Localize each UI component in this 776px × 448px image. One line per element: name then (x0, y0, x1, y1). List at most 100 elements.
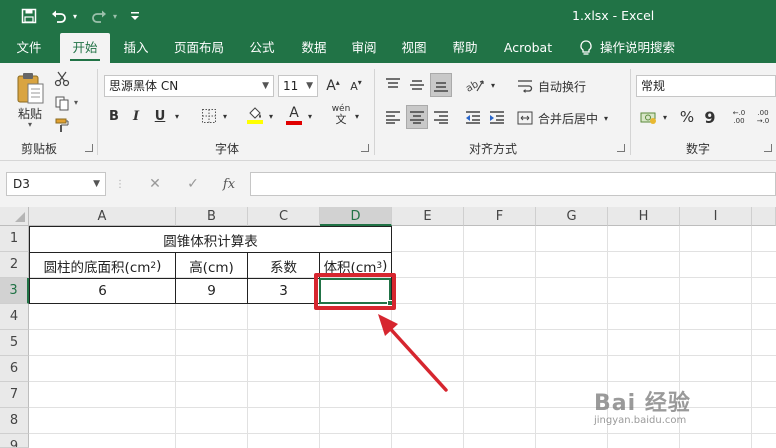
font-color-button[interactable]: A (284, 103, 304, 127)
enter-icon[interactable]: ✓ (182, 173, 204, 195)
increase-decimal-button[interactable]: ←.0 .00 (728, 105, 750, 129)
cut-icon[interactable] (52, 69, 72, 89)
comma-style-button[interactable]: 9 (700, 105, 720, 129)
row-header-1[interactable]: 1 (0, 226, 29, 252)
redo-dropdown-icon[interactable]: ▾ (110, 6, 120, 26)
name-box[interactable]: D3 ▼ (6, 172, 106, 196)
copy-dropdown-icon[interactable]: ▾ (72, 95, 80, 109)
undo-dropdown-icon[interactable]: ▾ (70, 6, 80, 26)
row-header-6[interactable]: 6 (0, 356, 29, 382)
undo-icon[interactable] (48, 6, 70, 26)
tab-acrobat[interactable]: Acrobat (498, 33, 558, 63)
format-painter-icon[interactable] (52, 115, 72, 135)
align-top-icon[interactable] (382, 73, 404, 97)
tell-me-search[interactable]: 操作说明搜索 (600, 33, 684, 63)
paste-dropdown-icon[interactable]: ▾ (22, 119, 38, 129)
percent-style-button[interactable]: % (676, 105, 698, 129)
accounting-format-icon[interactable] (638, 105, 660, 129)
borders-dropdown-icon[interactable]: ▾ (220, 107, 230, 125)
cancel-icon[interactable]: ✕ (144, 173, 166, 195)
gridline (535, 226, 536, 448)
customize-qat-icon[interactable] (128, 6, 142, 26)
cell-a3[interactable]: 6 (30, 279, 175, 303)
underline-dropdown-icon[interactable]: ▾ (172, 107, 182, 125)
orientation-dropdown-icon[interactable]: ▾ (488, 77, 498, 93)
tab-file[interactable]: 文件 (6, 33, 52, 63)
annotation-arrow-icon (378, 314, 448, 392)
formula-input[interactable] (250, 172, 776, 196)
cell-c2[interactable]: 系数 (248, 253, 319, 278)
cell-b2[interactable]: 高(cm) (176, 253, 247, 278)
tab-home[interactable]: 开始 (60, 33, 110, 63)
save-icon[interactable] (18, 6, 40, 26)
tab-insert[interactable]: 插入 (114, 33, 158, 63)
tab-help[interactable]: 帮助 (443, 33, 487, 63)
shrink-font-button[interactable]: A ▾ (346, 75, 366, 97)
align-center-icon[interactable] (406, 105, 428, 129)
italic-button[interactable]: I (126, 105, 146, 127)
font-size-select[interactable]: 11 ▼ (278, 75, 318, 97)
column-header-f[interactable]: F (464, 207, 536, 226)
merge-center-button[interactable]: 合并后居中 ▾ (517, 107, 615, 129)
bold-button[interactable]: B (104, 105, 124, 127)
fill-color-icon[interactable] (244, 103, 266, 127)
column-header-j[interactable] (752, 207, 776, 226)
decrease-decimal-button[interactable]: .00 →.0 (752, 105, 774, 129)
row-header-5[interactable]: 5 (0, 330, 29, 356)
column-header-b[interactable]: B (176, 207, 248, 226)
row-header-9[interactable]: 9 (0, 434, 29, 448)
row-header-2[interactable]: 2 (0, 252, 29, 278)
copy-icon[interactable] (52, 93, 72, 113)
row-header-7[interactable]: 7 (0, 382, 29, 408)
cell-b3[interactable]: 9 (176, 279, 247, 303)
align-middle-icon[interactable] (406, 73, 428, 97)
row-header-3[interactable]: 3 (0, 278, 29, 304)
orientation-icon[interactable]: ab (462, 73, 488, 97)
paste-icon[interactable] (12, 69, 48, 107)
column-header-e[interactable]: E (392, 207, 464, 226)
font-launcher-icon[interactable] (361, 144, 369, 152)
grow-font-button[interactable]: A ▴ (323, 75, 343, 97)
increase-indent-icon[interactable] (486, 105, 508, 129)
caret-down-icon: ▾ (357, 77, 362, 87)
redo-icon[interactable] (88, 6, 110, 26)
tab-review[interactable]: 审阅 (342, 33, 386, 63)
phonetic-dropdown-icon[interactable]: ▾ (352, 107, 362, 125)
number-format-select[interactable]: 常规 (636, 75, 776, 97)
tab-formulas[interactable]: 公式 (240, 33, 284, 63)
lightbulb-icon[interactable] (576, 33, 596, 63)
font-color-dropdown-icon[interactable]: ▾ (305, 107, 315, 125)
tab-data[interactable]: 数据 (292, 33, 336, 63)
align-bottom-icon[interactable] (430, 73, 452, 97)
phonetic-guide-button[interactable]: wén 文 (330, 103, 352, 127)
select-all-button[interactable] (0, 207, 29, 226)
svg-text:ab: ab (465, 79, 480, 93)
wrap-text-button[interactable]: 自动换行 (517, 75, 617, 97)
column-header-c[interactable]: C (248, 207, 320, 226)
number-launcher-icon[interactable] (764, 144, 772, 152)
font-name-select[interactable]: 思源黑体 CN ▼ (104, 75, 274, 97)
row-header-4[interactable]: 4 (0, 304, 29, 330)
column-header-a[interactable]: A (29, 207, 176, 226)
font-color-swatch (286, 121, 302, 125)
clipboard-launcher-icon[interactable] (85, 144, 93, 152)
column-header-g[interactable]: G (536, 207, 608, 226)
column-header-d[interactable]: D (320, 207, 392, 226)
column-header-i[interactable]: I (680, 207, 752, 226)
decrease-indent-icon[interactable] (462, 105, 484, 129)
fill-color-dropdown-icon[interactable]: ▾ (266, 107, 276, 125)
cell-c3[interactable]: 3 (248, 279, 319, 303)
tab-view[interactable]: 视图 (392, 33, 436, 63)
align-right-icon[interactable] (430, 105, 452, 129)
cell-a2[interactable]: 圆柱的底面积(cm 2) (30, 253, 175, 278)
tab-page-layout[interactable]: 页面布局 (166, 33, 232, 63)
alignment-launcher-icon[interactable] (617, 144, 625, 152)
cell-a1-title[interactable]: 圆锥体积计算表 (30, 227, 391, 252)
row-header-8[interactable]: 8 (0, 408, 29, 434)
align-left-icon[interactable] (382, 105, 404, 129)
underline-button[interactable]: U (150, 105, 170, 127)
borders-icon[interactable] (198, 105, 220, 127)
insert-function-icon[interactable]: fx (218, 173, 240, 195)
accounting-dropdown-icon[interactable]: ▾ (660, 109, 670, 125)
column-header-h[interactable]: H (608, 207, 680, 226)
